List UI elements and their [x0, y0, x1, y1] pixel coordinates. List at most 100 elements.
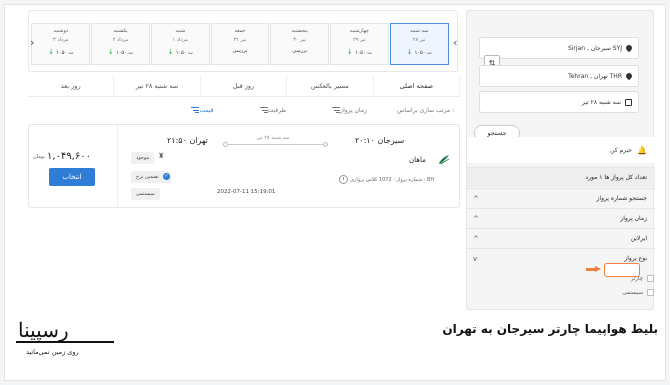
- tab-reverse-route[interactable]: مسیر بالعکس: [287, 75, 374, 96]
- filter-flight-time[interactable]: ^ زمان پرواز: [467, 208, 655, 228]
- departure: سیرجان ۲۰:۱۰: [355, 136, 404, 145]
- system-checkbox[interactable]: [647, 289, 654, 296]
- date-card-day: دوشنبه: [53, 28, 69, 34]
- date-card-date: ۲۸ تیر: [412, 37, 426, 43]
- date-card[interactable]: جمعه ۳۱ تیر بررسی: [210, 23, 270, 65]
- nav-tabs: صفحه اصلی مسیر بالعکس روز قبل سه شنبه ۲۸…: [28, 75, 460, 97]
- date-strip: سه شنبه ۲۸ تیر ↓ ۱۰۵۰ ت چهارشنبه ۲۹ تیر ↓ ۱۰…: [28, 10, 458, 72]
- price-down-arrow-icon: ↓: [406, 48, 415, 56]
- date-card-price: بررسی: [212, 48, 269, 54]
- clock-icon: [339, 175, 348, 184]
- flight-type-system[interactable]: سیستمی: [622, 289, 654, 296]
- select-flight-button[interactable]: انتخاب: [49, 168, 95, 186]
- departure-city: سیرجان: [377, 136, 405, 145]
- pointer-arrow-icon: [586, 266, 601, 272]
- route-start-dot: [323, 142, 328, 147]
- date-card[interactable]: دوشنبه ۳ مرداد ↓ ۱۰۵۰ ت: [31, 23, 91, 65]
- sort-by-time[interactable]: زمان پرواز: [328, 107, 367, 114]
- filter-label: جستجو شماره پرواز: [596, 195, 647, 202]
- sort-option-label: زمان پرواز: [340, 106, 367, 114]
- availability-badge: موجود: [131, 152, 155, 164]
- date-card-price-text: بررسی: [292, 48, 308, 54]
- flight-type-charter[interactable]: چارتر: [631, 275, 654, 282]
- date-card-price: ↓ ۱۰۵۰ ت: [32, 48, 89, 56]
- date-card-price-text: ۱۰۵۰ ت: [354, 50, 372, 56]
- date-card-price-text: ۱۰۵۰ ت: [414, 50, 432, 56]
- date-card[interactable]: پنجشنبه ۳۰ تیر بررسی: [270, 23, 330, 65]
- card-divider: [117, 125, 118, 209]
- price-down-arrow-icon: ↓: [167, 48, 176, 56]
- brand-underline: [16, 341, 114, 343]
- flight-type-badge: سیستمی: [131, 188, 160, 200]
- location-pin-icon: [624, 71, 634, 81]
- tab-next-day[interactable]: روز بعد: [28, 75, 115, 96]
- date-card-price-text: ۱۰۵۰ ت: [56, 50, 74, 56]
- date-card-price-text: ۱۰۵۰ ت: [175, 50, 193, 56]
- tab-home[interactable]: صفحه اصلی: [374, 75, 460, 96]
- sort-by-price[interactable]: قیمت: [187, 106, 214, 114]
- date-card-date: ۳۰ تیر: [293, 37, 307, 43]
- date-card-price: ↓ ۱۰۵۰ ت: [152, 48, 209, 56]
- chevron-down-icon[interactable]: v: [473, 255, 477, 263]
- notify-me-button[interactable]: خبرم کن 🔔: [467, 137, 655, 163]
- brand-tagline: روی زمین نمی‌مانید: [26, 348, 79, 356]
- date-card-day: جمعه: [234, 28, 246, 34]
- charter-label: چارتر: [630, 275, 643, 282]
- date-card-date: ۲۹ تیر: [353, 37, 366, 43]
- results-count: تعداد کل پرواز ها ۱ مورد: [467, 167, 655, 187]
- brand-name: رسپینا: [18, 318, 70, 342]
- date-card-price-text: ۱۰۵۰ ت: [116, 50, 134, 56]
- departure-time: ۲۰:۱۰: [355, 136, 375, 145]
- next-date-arrow-icon[interactable]: ‹: [453, 36, 457, 49]
- chevron-up-icon[interactable]: ^: [473, 215, 479, 223]
- sort-option-label: قیمت: [199, 106, 214, 114]
- tab-previous-day[interactable]: روز قبل: [201, 75, 288, 96]
- price-unit: تومان: [33, 154, 45, 160]
- bell-icon: 🔔: [637, 145, 647, 155]
- date-card[interactable]: سه شنبه ۲۸ تیر ↓ ۱۰۵۰ ت: [389, 23, 449, 65]
- filter-label: تعداد کل پرواز ها ۱ مورد: [585, 174, 647, 181]
- flight-price: ۱,۰۴۹,۶۰۰: [47, 151, 91, 162]
- date-card[interactable]: یکشنبه ۲ مرداد ↓ ۱۰۵۰ ت: [91, 23, 150, 65]
- guarantee-check-icon: ✓: [163, 173, 170, 180]
- filter-flight-number[interactable]: ^ جستجو شماره پرواز: [467, 188, 655, 208]
- tab-current-day[interactable]: سه شنبه ۲۸ تیر: [114, 75, 201, 96]
- flight-meta: شماره پرواز : 1072 کلاس پروازی : BH: [350, 177, 435, 183]
- arrival-time: ۲۱:۵۰: [167, 136, 187, 145]
- sort-row: مرتب سازی براساس : زمان پرواز ظرفیت قیمت: [28, 100, 460, 120]
- charter-checkbox[interactable]: [647, 275, 654, 282]
- chevron-up-icon[interactable]: ^: [473, 235, 479, 243]
- destination-field[interactable]: Tehran , تهران THR: [479, 65, 639, 87]
- sort-option-label: ظرفیت: [267, 106, 287, 114]
- date-value: سه شنبه ۲۸ تیر: [581, 98, 621, 106]
- location-pin-icon: [624, 43, 634, 53]
- flight-card: ۱,۰۴۹,۶۰۰ تومان انتخاب سه شنبه ۲۸ تیر سی…: [28, 124, 460, 209]
- arrival: تهران ۲۱:۵۰: [167, 136, 208, 145]
- origin-field[interactable]: Sirjan , سیرجان SYJ: [479, 37, 639, 59]
- airline-name: ماهان: [409, 156, 426, 164]
- date-card-date: ۳ مرداد: [53, 37, 69, 43]
- notify-label: خبرم کن: [610, 146, 633, 154]
- date-card-price: ↓ ۱۰۵۰ ت: [391, 48, 448, 56]
- date-field[interactable]: سه شنبه ۲۸ تیر: [479, 91, 639, 113]
- prev-date-arrow-icon[interactable]: ›: [30, 36, 34, 49]
- sort-lines-icon: [332, 107, 341, 113]
- calendar-icon: [625, 98, 632, 106]
- price-down-arrow-icon: ↓: [346, 48, 355, 56]
- date-card-date: ۲ مرداد: [112, 37, 129, 43]
- date-card-date: ۱ مرداد: [172, 37, 189, 43]
- arrival-city: تهران: [189, 136, 208, 145]
- date-card-price: ↓ ۱۰۵۰ ت: [92, 48, 149, 56]
- seat-icon: ♜: [158, 152, 165, 160]
- filter-airline[interactable]: ^ ایرلاین: [467, 228, 655, 248]
- price-down-arrow-icon: ↓: [107, 48, 117, 56]
- date-card[interactable]: چهارشنبه ۲۹ تیر ↓ ۱۰۵۰ ت: [330, 23, 389, 65]
- date-card-day: چهارشنبه: [349, 28, 370, 34]
- origin-value: Sirjan , سیرجان SYJ: [567, 44, 622, 52]
- date-card-day: پنجشنبه: [291, 28, 308, 34]
- filter-label: نوع پرواز: [624, 255, 647, 262]
- date-card[interactable]: شنبه ۱ مرداد ↓ ۱۰۵۰ ت: [150, 23, 210, 65]
- date-card-day: شنبه: [175, 28, 186, 34]
- chevron-up-icon[interactable]: ^: [473, 195, 479, 203]
- sort-by-capacity[interactable]: ظرفیت: [256, 106, 287, 114]
